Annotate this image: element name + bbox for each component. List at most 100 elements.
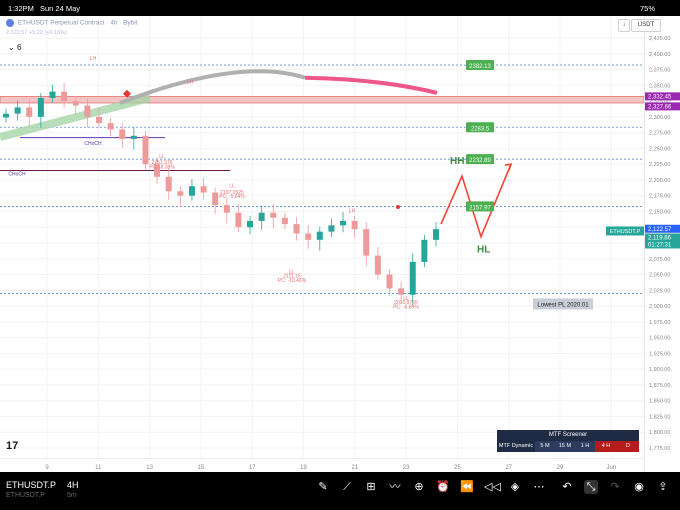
more-icon[interactable]: ⋯ [532,480,546,494]
indicators-icon[interactable]: 〰 [388,480,402,494]
x-tick-label: 13 [146,465,153,471]
candle [281,217,288,225]
signal-dot [396,205,400,210]
chart-annotation: CHoCH [8,172,26,178]
redo-icon[interactable]: ↷ [608,480,622,494]
mtf-screener: MTF Screener MTF Dynamic 5 M 15 M 1 H 4 … [497,430,639,454]
eth-icon [6,19,14,27]
chart-annotation: LH [187,79,194,85]
chart-annotation: LL [159,154,165,160]
candle [363,229,370,256]
symbol-label[interactable]: ETHUSDT.P [6,480,56,490]
mtf-cell: MTF Dynamic [497,441,535,452]
candle [130,135,137,139]
tradingview-logo: 17 [6,440,19,452]
x-tick-label: 25 [454,465,461,471]
timeframe-label[interactable]: 4H [67,480,79,490]
candle [433,229,439,240]
y-tick-label: 2,200.00 [649,178,670,184]
chart-annotation: PC: -5.64% [219,194,245,200]
hh-label: HH [450,156,464,167]
candle [119,129,126,139]
symbol-sub-label: ETHUSDT.P [6,492,45,499]
level-label: 2157.97 [469,205,491,211]
timeframe-sub-label: 5m [67,492,77,499]
chart-type-icon[interactable]: ⟋ [340,480,354,494]
templates-icon[interactable]: ⊞ [364,480,378,494]
level-label: 2283.5 [471,126,490,132]
candle [49,91,56,98]
add-icon[interactable]: ⊕ [412,480,426,494]
chart-annotation: PC: -10.46% [278,278,307,284]
candle [212,192,219,206]
pen-icon[interactable]: ✎ [316,480,330,494]
time-axis[interactable]: 9 11 13 15 17 19 21 23 25 27 29 Jun [0,458,665,473]
x-tick-label: 19 [300,465,307,471]
indicator-toggle[interactable]: ⌄ 6 [8,43,21,52]
mtf-cell: D [617,441,639,452]
mtf-cell: 5 M [535,441,555,452]
y-tick-label: 2,025.00 [649,288,670,294]
x-tick-label: 29 [557,465,564,471]
candle [258,212,265,221]
candle [235,212,242,228]
fullscreen-icon[interactable]: ⤡ [584,480,598,494]
price-chart[interactable]: HH HL 2382.13 2283.5 2232.89 2157.97 Lowest PL… [0,16,645,458]
price-badge-label: 2,332.45 [648,94,672,100]
candle [270,212,277,218]
chart-annotation: LH [349,209,356,215]
mtf-cell: 15 M [555,441,575,452]
candle [142,135,149,165]
candle [200,186,207,193]
camera-icon[interactable]: ◉ [632,480,646,494]
chart-area[interactable]: HH HL 2382.13 2283.5 2232.89 2157.97 Lowest PL… [0,16,645,458]
rewind-icon[interactable]: ◁◁ [484,480,501,494]
candle [95,116,102,124]
y-tick-label: 2,300.00 [649,115,670,121]
candle [398,288,405,295]
candle [177,191,184,196]
undo-icon[interactable]: ↶ [560,480,574,494]
candle [165,176,172,192]
price-axis[interactable]: 2,425.00 2,400.00 2,375.00 2,350.00 2,325.00… [618,16,680,472]
y-tick-label: 1,775.00 [649,446,670,452]
last-price-label: ETHUSDT.P [610,229,641,235]
candle [223,205,230,213]
y-tick-label: 2,175.00 [649,194,670,200]
status-bar: 1:32PM Sun 24 May 75% [0,0,680,16]
candle [293,224,300,234]
y-tick-label: 2,250.00 [649,146,670,152]
alert-icon[interactable]: ⏰ [436,480,450,494]
chart-annotation: CHoCH [84,141,102,147]
replay-icon[interactable]: ⏪ [460,480,474,494]
candle [305,233,312,240]
price-badge-label: 01:27:31 [648,242,672,248]
y-tick-label: 1,900.00 [649,367,670,373]
chart-annotation: PC: -6.89% [393,305,419,311]
candle [188,186,195,196]
currency-select[interactable]: USDT [631,19,661,32]
y-tick-label: 2,075.00 [649,257,670,263]
clock: 1:32PM [8,4,34,13]
mtf-cell: 4 H [595,441,617,452]
resistance-zone [0,95,645,104]
y-tick-label: 1,950.00 [649,336,670,342]
chart-annotation: PC: -8.38% [149,165,175,171]
x-tick-label: 15 [198,465,205,471]
y-tick-label: 2,050.00 [649,273,670,279]
y-tick-label: 2,225.00 [649,162,670,168]
candle [14,107,21,114]
download-button[interactable]: ↓ [618,19,630,32]
price-badge-label: 2,327.66 [648,104,672,110]
x-tick-label: 27 [505,465,512,471]
candle [316,231,323,240]
layers-icon[interactable]: ◈ [508,480,522,494]
candle [409,261,416,295]
lowest-pl-label: Lowest PL 2020.01 [537,302,589,308]
candle [3,113,9,118]
y-tick-label: 1,975.00 [649,320,670,326]
candle [84,105,91,117]
share-icon[interactable]: ⇪ [656,480,670,494]
candle [351,220,358,230]
y-tick-label: 1,850.00 [649,399,670,405]
